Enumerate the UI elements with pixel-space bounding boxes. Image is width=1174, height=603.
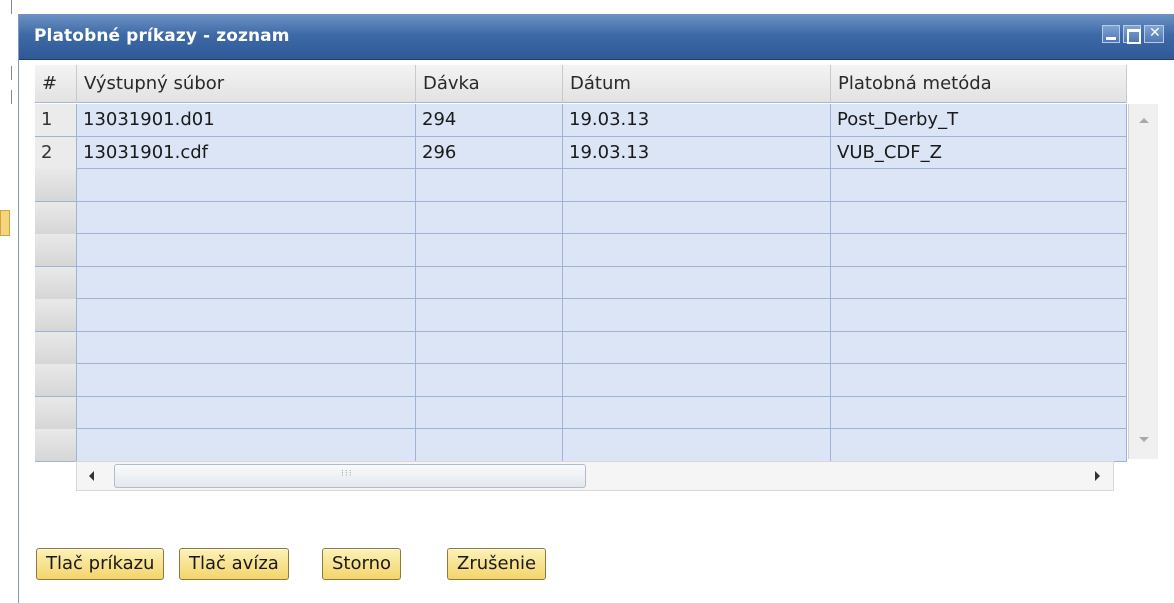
background-fragment xyxy=(0,66,12,80)
minimize-button[interactable] xyxy=(1102,25,1120,43)
empty-cell[interactable] xyxy=(831,364,1127,396)
storno-button[interactable]: Storno xyxy=(322,548,402,580)
empty-cell[interactable] xyxy=(416,234,563,266)
scroll-up-arrow-icon[interactable] xyxy=(1129,104,1159,134)
empty-table-row[interactable] xyxy=(35,201,1127,234)
empty-cell[interactable] xyxy=(77,201,416,234)
background-fragment xyxy=(0,90,12,104)
empty-cell[interactable] xyxy=(416,364,563,396)
empty-table-row[interactable] xyxy=(35,396,1127,429)
empty-cell[interactable] xyxy=(416,299,563,331)
empty-cell[interactable] xyxy=(831,299,1127,331)
payment-orders-window: Platobné príkazy - zoznam # Výstupný súb… xyxy=(18,14,1174,603)
date-cell[interactable]: 19.03.13 xyxy=(563,104,831,136)
row-number xyxy=(35,396,77,429)
empty-cell[interactable] xyxy=(831,396,1127,429)
row-number xyxy=(35,169,77,201)
maximize-button[interactable] xyxy=(1123,25,1141,44)
table-row[interactable]: 2 13031901.cdf 296 19.03.13 VUB_CDF_Z xyxy=(35,136,1127,169)
empty-cell[interactable] xyxy=(563,396,831,429)
horizontal-scroll-thumb[interactable]: ⁝⁝⁝ xyxy=(114,464,586,488)
empty-cell[interactable] xyxy=(831,234,1127,266)
grip-icon: ⁝⁝⁝ xyxy=(341,469,353,479)
payment-method-cell[interactable]: Post_Derby_T xyxy=(831,104,1127,136)
print-order-button[interactable]: Tlač príkazu xyxy=(36,548,165,580)
empty-cell[interactable] xyxy=(831,169,1127,201)
background-button-fragment xyxy=(0,210,10,236)
horizontal-scrollbar[interactable]: ⁝⁝⁝ xyxy=(76,461,1114,491)
background-app xyxy=(0,0,18,603)
batch-cell[interactable]: 296 xyxy=(416,136,563,169)
title-bar[interactable]: Platobné príkazy - zoznam xyxy=(19,14,1174,60)
row-number xyxy=(35,429,77,461)
payment-method-cell[interactable]: VUB_CDF_Z xyxy=(831,136,1127,169)
print-advice-button[interactable]: Tlač avíza xyxy=(179,548,289,580)
scroll-right-arrow-icon[interactable] xyxy=(1083,462,1113,490)
empty-cell[interactable] xyxy=(831,266,1127,299)
batch-cell[interactable]: 294 xyxy=(416,104,563,136)
row-number xyxy=(35,201,77,234)
empty-cell[interactable] xyxy=(416,266,563,299)
row-number xyxy=(35,266,77,299)
scroll-down-arrow-icon[interactable] xyxy=(1129,429,1159,459)
empty-cell[interactable] xyxy=(563,299,831,331)
empty-cell[interactable] xyxy=(563,364,831,396)
row-number xyxy=(35,364,77,396)
date-cell[interactable]: 19.03.13 xyxy=(563,136,831,169)
row-number: 1 xyxy=(35,104,77,136)
row-number: 2 xyxy=(35,136,77,169)
empty-cell[interactable] xyxy=(831,331,1127,364)
empty-cell[interactable] xyxy=(77,331,416,364)
empty-cell[interactable] xyxy=(416,429,563,461)
empty-cell[interactable] xyxy=(416,331,563,364)
column-header-payment-method[interactable]: Platobná metóda xyxy=(831,65,1127,103)
empty-cell[interactable] xyxy=(563,234,831,266)
empty-table-row[interactable] xyxy=(35,429,1127,462)
empty-cell[interactable] xyxy=(77,169,416,201)
empty-table-row[interactable] xyxy=(35,331,1127,364)
empty-cell[interactable] xyxy=(563,201,831,234)
empty-cell[interactable] xyxy=(831,429,1127,461)
empty-cell[interactable] xyxy=(416,201,563,234)
empty-cell[interactable] xyxy=(563,169,831,201)
output-file-cell[interactable]: 13031901.d01 xyxy=(77,104,416,136)
empty-table-row[interactable] xyxy=(35,299,1127,332)
empty-table-row[interactable] xyxy=(35,234,1127,267)
column-header-output-file[interactable]: Výstupný súbor xyxy=(77,65,416,103)
close-button[interactable] xyxy=(1144,25,1164,43)
grid-header: # Výstupný súbor Dávka Dátum Platobná me… xyxy=(35,65,1127,103)
empty-cell[interactable] xyxy=(77,396,416,429)
column-header-batch[interactable]: Dávka xyxy=(416,65,563,103)
vertical-scrollbar[interactable] xyxy=(1128,104,1158,459)
empty-cell[interactable] xyxy=(416,396,563,429)
row-number xyxy=(35,299,77,331)
empty-cell[interactable] xyxy=(831,201,1127,234)
cancel-button[interactable]: Zrušenie xyxy=(447,548,547,580)
empty-cell[interactable] xyxy=(77,234,416,266)
empty-cell[interactable] xyxy=(77,364,416,396)
empty-cell[interactable] xyxy=(416,169,563,201)
empty-cell[interactable] xyxy=(563,266,831,299)
empty-cell[interactable] xyxy=(563,429,831,461)
empty-table-row[interactable] xyxy=(35,169,1127,202)
row-number xyxy=(35,331,77,364)
column-header-number[interactable]: # xyxy=(35,65,77,103)
table-row[interactable]: 1 13031901.d01 294 19.03.13 Post_Derby_T xyxy=(35,104,1127,137)
scroll-left-arrow-icon[interactable] xyxy=(77,462,107,490)
output-file-cell[interactable]: 13031901.cdf xyxy=(77,136,416,169)
empty-cell[interactable] xyxy=(77,299,416,331)
column-header-date[interactable]: Dátum xyxy=(563,65,831,103)
empty-cell[interactable] xyxy=(77,429,416,461)
empty-table-row[interactable] xyxy=(35,266,1127,299)
empty-cell[interactable] xyxy=(77,266,416,299)
empty-cell[interactable] xyxy=(563,331,831,364)
empty-table-row[interactable] xyxy=(35,364,1127,397)
row-number xyxy=(35,234,77,266)
background-fragment xyxy=(0,0,12,14)
window-title: Platobné príkazy - zoznam xyxy=(34,26,290,46)
